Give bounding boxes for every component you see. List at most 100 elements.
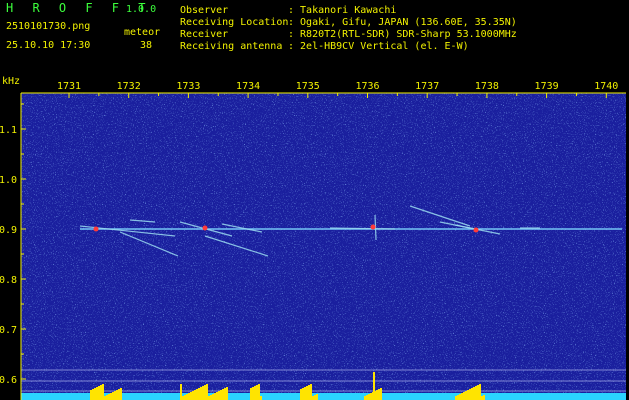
level-peak-bar [98,386,100,400]
level-peak-bar [306,386,308,400]
x-tick-label: 1739 [535,81,559,92]
x-tick-label: 1735 [296,81,320,92]
spectrogram-plot: kHz 1731 1732 1733 1734 1735 1736 1737 1738 1739… [0,76,626,400]
level-peak-bar [304,387,306,400]
observer-value: : Takanori Kawachi [288,5,397,16]
level-peak-bar [316,394,318,400]
level-peak-bar [475,386,477,400]
level-peak-bar [471,388,473,400]
level-peak-bar [222,389,224,400]
level-peak-bar [250,388,252,400]
level-peak-bar [184,395,186,400]
level-peak-bar [467,390,469,400]
level-peak-bar [104,396,106,400]
level-peak-bar [212,394,214,400]
level-peak-bar [194,390,196,400]
level-peak-bar [216,392,218,400]
x-tick-label: 1737 [415,81,439,92]
level-peak-bar [200,387,202,400]
level-peak-bar [120,388,122,400]
level-peak-bar [314,395,316,400]
x-tick-label: 1734 [236,81,260,92]
y-tick-label: 0.9 [0,225,17,236]
x-tick-label: 1736 [355,81,379,92]
level-peak-bar [455,396,457,400]
level-peak-bar [208,396,210,400]
level-peak-bar [465,391,467,400]
level-peak-bar [370,393,372,400]
meteor-count-label: meteor [124,27,161,38]
level-peak-bar [469,389,471,400]
x-tick-label: 1738 [475,81,499,92]
observer-label: Observer [180,5,229,16]
level-peak-bar [210,395,212,400]
x-tick-label: 1740 [594,81,618,92]
level-peak-bar [312,396,314,400]
y-tick-label: 0.7 [0,325,17,336]
echo-hotspot [370,224,376,230]
level-peak-bar [220,390,222,400]
echo-hotspot [202,225,208,231]
level-peak-bar [94,388,96,400]
antenna-label: Receiving antenna [180,41,283,52]
level-peak-bar [196,389,198,400]
y-tick-label: 1.1 [0,125,17,136]
level-peak-bar [102,384,104,400]
level-peak-bar [90,390,92,400]
level-peak-bar [302,388,304,400]
x-tick-label: 1733 [176,81,200,92]
level-peak-bar [202,386,204,400]
antenna-value: : 2el-HB9CV Vertical (el. E-W) [288,41,469,52]
level-peak-bar [256,385,258,400]
level-peak-bar [483,395,485,400]
level-peak-bar [463,392,465,400]
meteor-count-value: 38 [140,40,153,51]
level-peak-bar [100,385,102,400]
level-peak-bar [182,396,184,400]
level-peak-bar [378,389,380,400]
level-peak-bar [366,395,368,400]
level-peak-bar [92,389,94,400]
y-tick-label: 0.8 [0,275,17,286]
y-axis-unit: kHz [2,76,20,87]
level-peak-bar [118,389,120,400]
level-peak-bar [376,390,378,400]
level-peak-bar [252,387,254,400]
level-peak-bar [112,392,114,400]
level-peak-bar [473,387,475,400]
level-peak-bar [206,384,208,400]
level-peak-bar [224,388,226,400]
level-peak-bar [108,394,110,400]
level-peak-bar [116,390,118,400]
level-peak-bar [300,389,302,400]
level-peak-bar [198,388,200,400]
level-peak-bar [188,393,190,400]
level-peak-bar [308,385,310,400]
y-tick-label: 1.0 [0,175,17,186]
level-peak-bar [457,395,459,400]
level-peak-bar [106,395,108,400]
spectrogram-noise [21,93,626,400]
level-peak-bar [96,387,98,400]
receiver-label: Receiver [180,29,229,40]
echo-hotspot [473,227,479,233]
app-version: 1.0.0 [126,4,157,15]
level-peak-bar [186,394,188,400]
level-peak-bar [192,391,194,400]
level-peak-bar [481,396,483,400]
level-peak-bar [204,385,206,400]
x-tick-label: 1732 [117,81,141,92]
y-tick-label: 0.6 [0,375,17,386]
level-peak-bar [260,396,262,400]
level-peak-bar [258,384,260,400]
file-name: 2510101730.png [6,21,91,32]
level-peak-bar [214,393,216,400]
echo-hotspot [93,226,99,232]
location-value: : Ogaki, Gifu, JAPAN (136.60E, 35.35N) [288,17,517,28]
level-peak-bar [254,386,256,400]
level-peak-bar [180,384,182,400]
date-time: 25.10.10 17:30 [6,40,91,51]
receiver-value: : R820T2(RTL-SDR) SDR-Sharp 53.1000MHz [288,29,517,40]
level-peak-bar [190,392,192,400]
level-peak-bar [461,393,463,400]
